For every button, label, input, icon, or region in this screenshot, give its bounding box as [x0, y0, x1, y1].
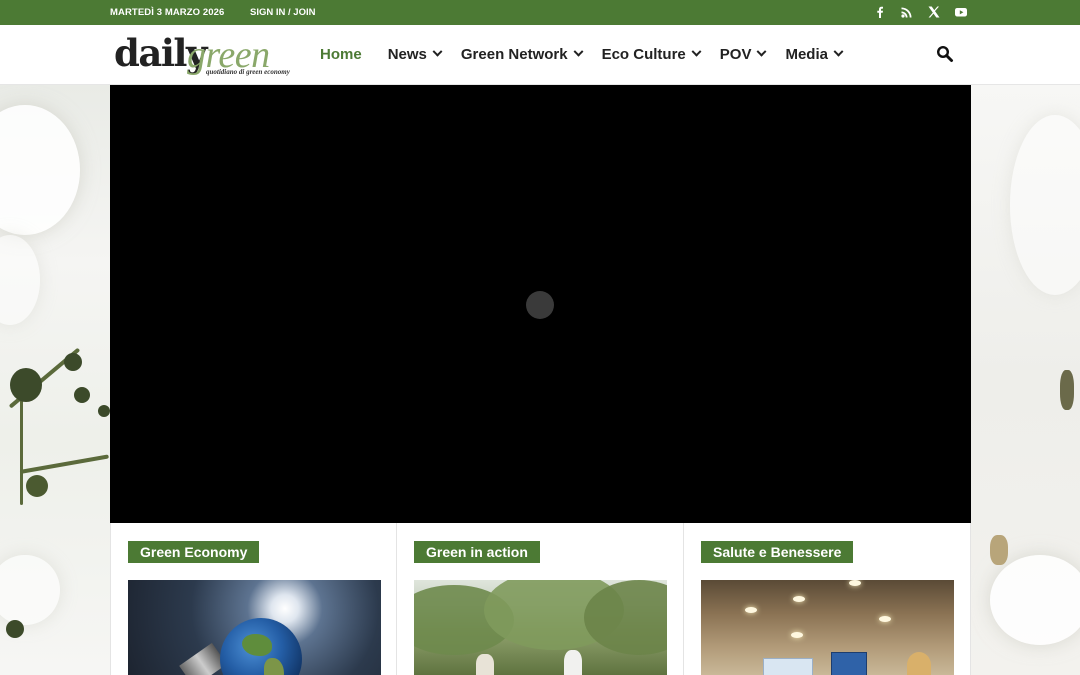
- nav-item-label: News: [387, 46, 427, 63]
- facebook-icon[interactable]: [872, 4, 887, 20]
- logo-tagline: quotidiano di green economy: [206, 68, 290, 76]
- search-icon[interactable]: [936, 45, 954, 63]
- chevron-down-icon: [691, 46, 702, 57]
- category-column-green-economy: Green Economy: [110, 523, 397, 675]
- category-badge[interactable]: Green Economy: [128, 541, 260, 563]
- current-date: MARTEDÌ 3 MARZO 2026: [110, 7, 225, 18]
- main-nav: Home News Green Network Eco Culture POV …: [320, 46, 862, 63]
- background-decoration-right: [970, 85, 1080, 675]
- rss-icon[interactable]: [899, 4, 914, 20]
- chevron-down-icon: [833, 46, 844, 57]
- chevron-down-icon: [757, 46, 767, 57]
- category-badge[interactable]: Salute e Benessere: [701, 541, 854, 563]
- chevron-down-icon: [573, 46, 584, 57]
- youtube-icon[interactable]: [953, 4, 968, 20]
- x-icon[interactable]: [926, 4, 941, 20]
- nav-item-green-network[interactable]: Green Network: [460, 46, 584, 63]
- article-thumbnail[interactable]: [128, 580, 381, 675]
- chevron-down-icon: [432, 46, 443, 57]
- loading-spinner-icon: [526, 291, 554, 319]
- category-column-green-in-action: Green in action: [397, 523, 684, 675]
- sign-in-link[interactable]: SIGN IN / JOIN: [250, 7, 315, 18]
- nav-item-label: Media: [785, 46, 828, 63]
- nav-item-label: Green Network: [460, 46, 568, 63]
- nav-item-pov[interactable]: POV: [719, 46, 767, 63]
- background-decoration-left: [0, 85, 110, 675]
- category-badge[interactable]: Green in action: [414, 541, 540, 563]
- article-thumbnail[interactable]: [414, 580, 667, 675]
- video-player[interactable]: [110, 85, 971, 523]
- site-logo[interactable]: daily green quotidiano di green economy: [114, 31, 290, 79]
- nav-item-eco-culture[interactable]: Eco Culture: [601, 46, 702, 63]
- nav-item-label: Eco Culture: [601, 46, 686, 63]
- social-links: [872, 4, 968, 20]
- category-columns: Green Economy Green in action Salute e B…: [110, 523, 971, 675]
- nav-item-home[interactable]: Home: [320, 46, 362, 63]
- article-thumbnail[interactable]: [701, 580, 954, 675]
- nav-item-media[interactable]: Media: [785, 46, 844, 63]
- nav-item-label: POV: [719, 46, 752, 63]
- site-header: daily green quotidiano di green economy …: [0, 25, 1080, 85]
- nav-item-news[interactable]: News: [387, 46, 443, 63]
- category-column-salute-e-benessere: Salute e Benessere: [684, 523, 971, 675]
- nav-item-label: Home: [320, 46, 362, 63]
- top-bar: MARTEDÌ 3 MARZO 2026 SIGN IN / JOIN: [0, 0, 1080, 25]
